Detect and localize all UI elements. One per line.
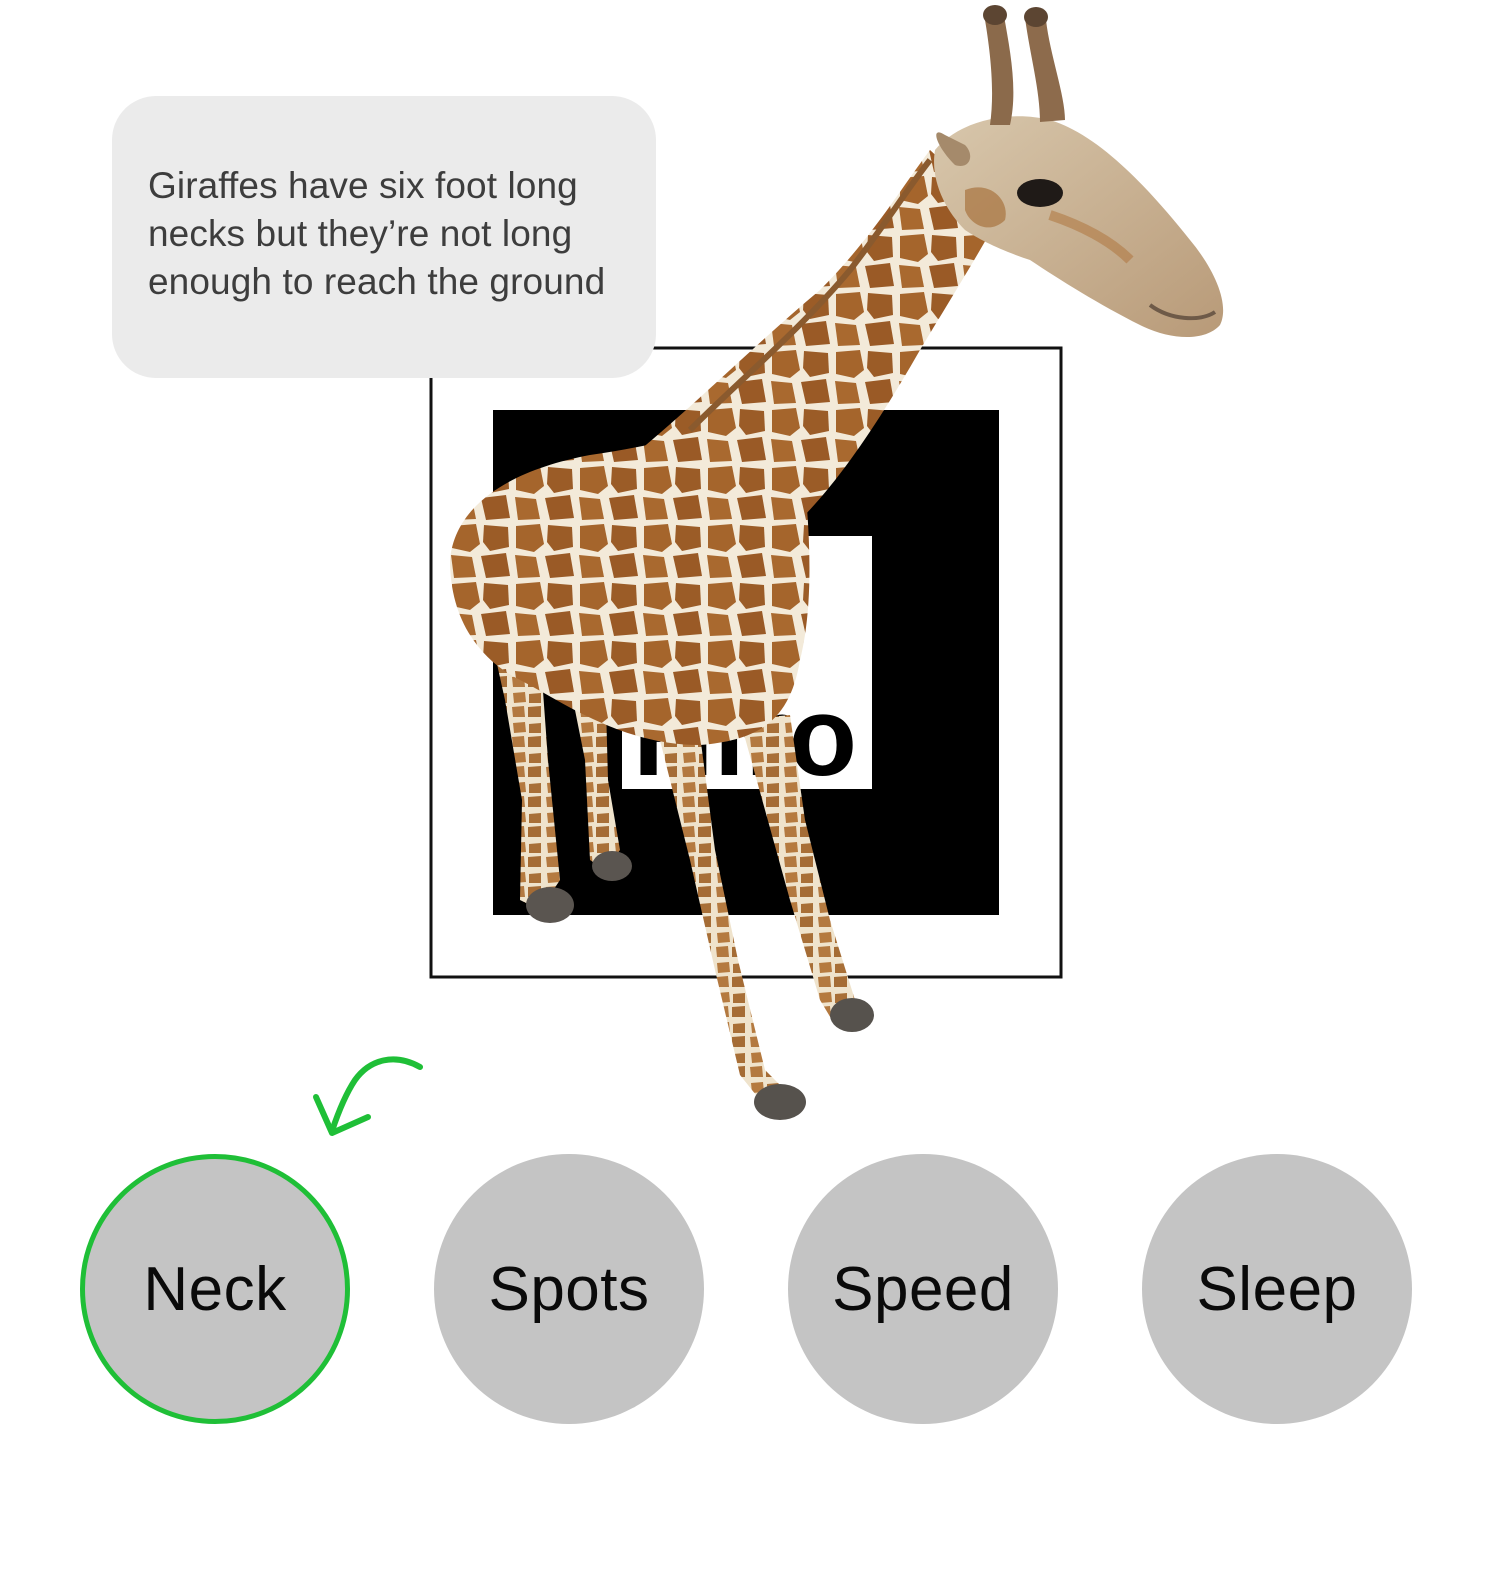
neck-topic-label: Neck	[143, 1254, 287, 1324]
curved-arrow-icon	[313, 1056, 423, 1136]
speed-topic-button[interactable]: Speed	[788, 1154, 1058, 1424]
neck-topic-button[interactable]: Neck	[80, 1154, 350, 1424]
fact-text: Giraffes have six foot long necks but th…	[148, 165, 606, 302]
spots-topic-button[interactable]: Spots	[434, 1154, 704, 1424]
fact-card: Giraffes have six foot long necks but th…	[112, 96, 656, 378]
sleep-topic-label: Sleep	[1196, 1254, 1358, 1324]
ar-marker: Hiro	[429, 346, 1063, 979]
spots-topic-label: Spots	[488, 1254, 650, 1324]
sleep-topic-button[interactable]: Sleep	[1142, 1154, 1412, 1424]
speed-topic-label: Speed	[832, 1254, 1014, 1324]
ar-marker-text: Hiro	[633, 674, 857, 799]
